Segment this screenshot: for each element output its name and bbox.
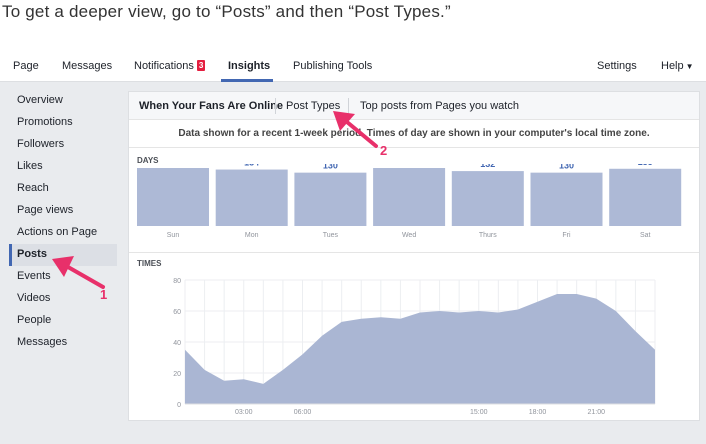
sidebar-item-events[interactable]: Events — [9, 266, 117, 288]
day-value-label: 130 — [559, 164, 574, 171]
help-menu[interactable]: Help ▼ — [661, 60, 694, 72]
tab-page[interactable]: Page — [13, 60, 39, 72]
day-bar-mon — [215, 169, 288, 226]
day-category-label: Fri — [562, 232, 571, 239]
day-category-label: Tues — [323, 232, 339, 239]
x-tick-label: 03:00 — [235, 409, 253, 416]
annotation-number-1: 1 — [100, 287, 108, 302]
day-category-label: Thurs — [479, 232, 497, 239]
main-content: When Your Fans Are Online Post Types Top… — [122, 82, 706, 444]
day-value-label: 132 — [480, 164, 495, 169]
instruction-caption: To get a deeper view, go to “Posts” and … — [2, 2, 451, 21]
section-divider — [129, 252, 699, 253]
subtab-top-posts[interactable]: Top posts from Pages you watch — [360, 100, 519, 112]
help-label: Help — [661, 60, 684, 72]
sidebar-item-promotions[interactable]: Promotions — [9, 112, 117, 134]
days-bar-chart: 136 Sun 134 Mon 130 Tues 136 Wed 132 Thurs 130 Fri 1… — [137, 164, 682, 239]
day-bar-wed — [373, 168, 446, 226]
insights-sidebar: Overview Promotions Followers Likes Reac… — [0, 82, 122, 444]
notifications-count-badge: 3 — [196, 60, 206, 71]
annotation-number-2: 2 — [380, 143, 388, 158]
y-tick-label: 60 — [173, 309, 181, 316]
x-tick-label: 18:00 — [529, 409, 547, 416]
x-tick-label: 21:00 — [587, 409, 605, 416]
day-bar-fri — [530, 172, 603, 226]
tab-insights[interactable]: Insights — [228, 60, 270, 72]
day-value-label: 135 — [638, 164, 653, 167]
day-category-label: Sat — [640, 232, 651, 239]
day-bar-tues — [294, 172, 367, 226]
y-tick-label: 80 — [173, 278, 181, 285]
subtab-post-types[interactable]: Post Types — [286, 100, 340, 112]
sidebar-item-page-views[interactable]: Page views — [9, 200, 117, 222]
day-value-label: 134 — [244, 164, 259, 168]
tab-notifications-label: Notifications — [134, 60, 194, 72]
subtab-divider — [275, 98, 276, 114]
sidebar-item-followers[interactable]: Followers — [9, 134, 117, 156]
top-navigation: Page Messages Notifications 3 Insights Pu… — [0, 54, 706, 82]
sidebar-item-people[interactable]: People — [9, 310, 117, 332]
day-value-label: 136 — [165, 164, 180, 166]
x-tick-label: 15:00 — [470, 409, 488, 416]
day-bar-sat — [609, 168, 682, 226]
sidebar-item-likes[interactable]: Likes — [9, 156, 117, 178]
sidebar-item-overview[interactable]: Overview — [9, 90, 117, 112]
day-category-label: Sun — [167, 232, 180, 239]
day-value-label: 136 — [402, 164, 417, 166]
sidebar-item-posts[interactable]: Posts — [9, 244, 117, 266]
tab-settings[interactable]: Settings — [597, 60, 637, 72]
day-bar-sun — [137, 168, 209, 226]
subtab-fans-online[interactable]: When Your Fans Are Online — [139, 100, 283, 112]
posts-subtabs: When Your Fans Are Online Post Types Top… — [129, 92, 699, 120]
y-tick-label: 20 — [173, 371, 181, 378]
posts-panel: When Your Fans Are Online Post Types Top… — [128, 91, 700, 421]
caret-down-icon: ▼ — [685, 62, 694, 71]
tab-publishing-tools[interactable]: Publishing Tools — [293, 60, 372, 72]
section-divider — [129, 147, 699, 148]
day-category-label: Wed — [402, 232, 416, 239]
y-tick-label: 40 — [173, 340, 181, 347]
tab-messages[interactable]: Messages — [62, 60, 112, 72]
times-label: TIMES — [137, 259, 162, 268]
sidebar-item-reach[interactable]: Reach — [9, 178, 117, 200]
sidebar-item-actions-on-page[interactable]: Actions on Page — [9, 222, 117, 244]
sidebar-item-messages[interactable]: Messages — [9, 332, 117, 354]
tab-notifications[interactable]: Notifications 3 — [134, 60, 206, 72]
y-tick-label: 0 — [177, 402, 181, 409]
x-tick-label: 06:00 — [294, 409, 312, 416]
subtab-divider — [348, 98, 349, 114]
day-category-label: Mon — [245, 232, 259, 239]
times-area-chart: 0 20 40 60 80 03:00 06:00 15:00 18:00 21:00 — [173, 278, 656, 416]
day-value-label: 130 — [323, 164, 338, 171]
info-text: Data shown for a recent 1-week period. T… — [178, 128, 650, 139]
day-bar-thurs — [451, 171, 524, 226]
